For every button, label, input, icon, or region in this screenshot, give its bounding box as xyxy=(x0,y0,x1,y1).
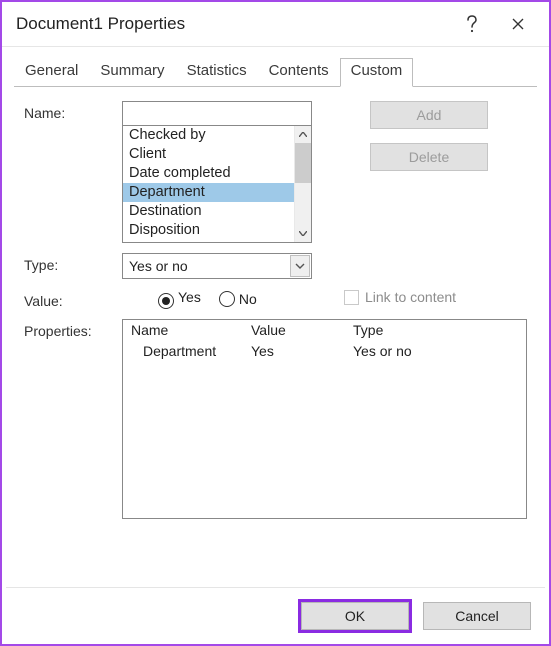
radio-icon xyxy=(219,291,235,307)
scroll-thumb[interactable] xyxy=(295,143,311,183)
tab-statistics[interactable]: Statistics xyxy=(176,58,258,87)
close-button[interactable] xyxy=(495,2,541,46)
list-item[interactable]: Date completed xyxy=(123,164,294,183)
list-item[interactable]: Disposition xyxy=(123,221,294,240)
radio-icon xyxy=(158,293,174,309)
add-button[interactable]: Add xyxy=(370,101,488,129)
cell-value: Yes xyxy=(251,343,353,359)
column-header-type[interactable]: Type xyxy=(353,322,483,338)
chevron-down-icon xyxy=(295,263,305,269)
list-item[interactable]: Department xyxy=(123,183,294,202)
ok-button[interactable]: OK xyxy=(301,602,409,630)
tab-summary[interactable]: Summary xyxy=(89,58,175,87)
name-label: Name: xyxy=(24,101,122,121)
type-select[interactable]: Yes or no xyxy=(122,253,312,279)
cell-type: Yes or no xyxy=(353,343,483,359)
table-row[interactable]: Department Yes Yes or no xyxy=(123,341,526,361)
type-select-dropdown-button[interactable] xyxy=(290,255,310,277)
dialog-footer: OK Cancel xyxy=(2,588,549,644)
properties-dialog: Document1 Properties General Summary Sta… xyxy=(0,0,551,646)
value-radio-no[interactable]: No xyxy=(219,291,257,307)
properties-grid[interactable]: Name Value Type Department Yes Yes or no xyxy=(122,319,527,519)
name-listbox[interactable]: Checked by Client Date completed Departm… xyxy=(122,125,312,243)
type-label: Type: xyxy=(24,253,122,273)
scroll-down-button[interactable] xyxy=(295,225,311,242)
link-to-content-checkbox: Link to content xyxy=(344,289,456,305)
list-item[interactable]: Destination xyxy=(123,202,294,221)
help-button[interactable] xyxy=(449,2,495,46)
help-icon xyxy=(465,15,479,33)
tab-contents[interactable]: Contents xyxy=(258,58,340,87)
tab-custom[interactable]: Custom xyxy=(340,58,414,87)
tab-strip: General Summary Statistics Contents Cust… xyxy=(14,57,537,87)
list-item[interactable]: Client xyxy=(123,145,294,164)
type-select-value: Yes or no xyxy=(123,258,290,274)
checkbox-icon xyxy=(344,290,359,305)
name-input[interactable] xyxy=(122,101,312,126)
close-icon xyxy=(512,18,524,30)
list-item[interactable]: Checked by xyxy=(123,126,294,145)
tab-panel-custom: Name: Checked by Client Date completed D… xyxy=(2,87,549,587)
name-list-items: Checked by Client Date completed Departm… xyxy=(123,126,294,242)
column-header-value[interactable]: Value xyxy=(251,322,353,338)
radio-label: No xyxy=(239,291,257,307)
radio-label: Yes xyxy=(178,289,201,305)
link-to-content-label: Link to content xyxy=(365,289,456,305)
cancel-button[interactable]: Cancel xyxy=(423,602,531,630)
chevron-up-icon xyxy=(299,132,307,137)
value-label: Value: xyxy=(24,289,122,309)
titlebar: Document1 Properties xyxy=(2,2,549,46)
value-radio-yes[interactable]: Yes xyxy=(158,289,201,309)
delete-button[interactable]: Delete xyxy=(370,143,488,171)
cell-name: Department xyxy=(143,343,251,359)
chevron-down-icon xyxy=(299,231,307,236)
properties-label: Properties: xyxy=(24,319,122,519)
tab-general[interactable]: General xyxy=(14,58,89,87)
scroll-up-button[interactable] xyxy=(295,126,311,143)
name-list-scrollbar[interactable] xyxy=(294,126,311,242)
window-title: Document1 Properties xyxy=(16,14,185,34)
column-header-name[interactable]: Name xyxy=(131,322,251,338)
